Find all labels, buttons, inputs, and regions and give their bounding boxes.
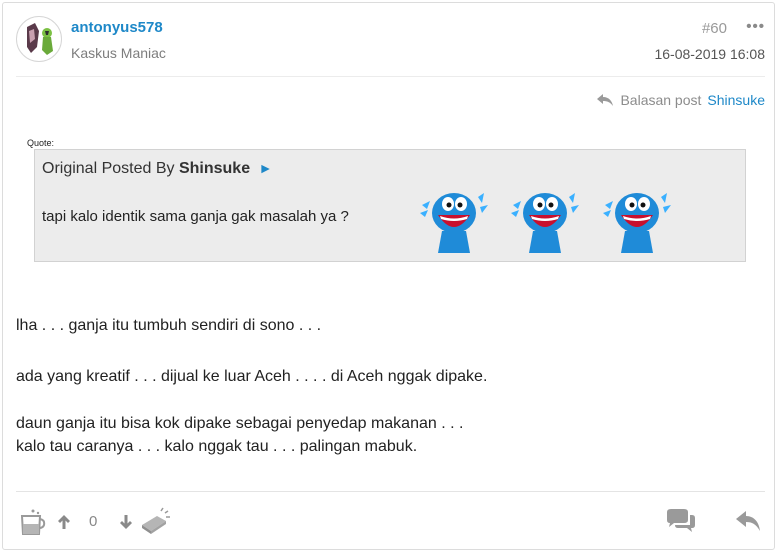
post-card: antonyus578 Kaskus Maniac #60 ••• 16-08-… — [2, 2, 775, 550]
post-number-link[interactable]: #60 — [702, 20, 727, 37]
post-body-line: ada yang kreatif . . . dijual ke luar Ac… — [16, 368, 488, 385]
user-rank: Kaskus Maniac — [71, 45, 166, 61]
ngakak-emoticon — [603, 193, 671, 253]
username-link[interactable]: antonyus578 — [71, 19, 163, 36]
upvote-icon[interactable] — [57, 514, 71, 530]
vote-count: 0 — [89, 513, 98, 530]
downvote-icon[interactable] — [119, 514, 133, 530]
quote-posted-by: Original Posted By — [42, 160, 175, 177]
reply-prefix: Balasan post — [620, 92, 702, 108]
ngakak-emoticon — [420, 193, 488, 253]
quote-label: Quote: — [27, 138, 55, 148]
cendol-icon[interactable] — [20, 508, 46, 536]
comment-icon[interactable] — [665, 508, 697, 534]
post-body-line: kalo tau caranya . . . kalo nggak tau . … — [16, 438, 418, 455]
quote-box: Original Posted By Shinsuke ► tapi kalo … — [34, 149, 746, 262]
footer-divider — [16, 491, 765, 492]
post-body-line: lha . . . ganja itu tumbuh sendiri di so… — [16, 317, 322, 334]
avatar[interactable] — [16, 16, 62, 62]
quote-text: tapi kalo identik sama ganja gak masalah… — [42, 208, 349, 225]
quote-header: Original Posted By Shinsuke ► — [42, 160, 272, 178]
reply-icon[interactable] — [735, 510, 761, 532]
post-date: 16-08-2019 16:08 — [654, 46, 765, 62]
reply-arrow-icon — [597, 94, 614, 106]
ngakak-emoticon — [511, 193, 579, 253]
reply-to-user-link[interactable]: Shinsuke — [707, 92, 765, 108]
post-body-line: daun ganja itu bisa kok dipake sebagai p… — [16, 415, 464, 432]
reply-reference: Balasan post Shinsuke — [596, 92, 765, 108]
divider — [16, 76, 765, 77]
quote-author: Shinsuke — [178, 160, 251, 177]
more-options-icon[interactable]: ••• — [746, 18, 765, 35]
view-quoted-post-icon[interactable]: ► — [259, 160, 273, 176]
bata-icon[interactable] — [139, 507, 171, 535]
